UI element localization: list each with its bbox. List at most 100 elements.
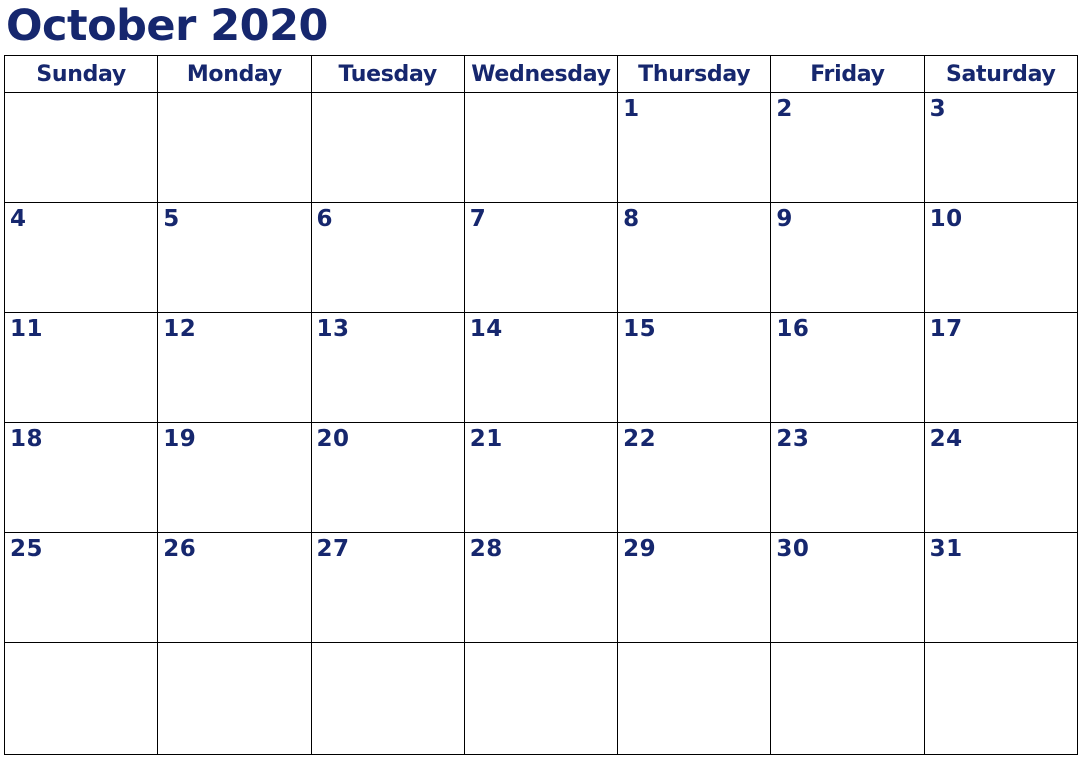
week-row: 11 12 13 14 15 16 17 bbox=[3, 312, 1078, 423]
day-cell-notes[interactable] bbox=[158, 562, 310, 563]
day-cell-notes[interactable] bbox=[465, 562, 617, 563]
day-cell-notes[interactable] bbox=[925, 452, 1077, 453]
day-cell[interactable]: 16 bbox=[770, 312, 925, 423]
day-number: 13 bbox=[316, 316, 350, 342]
day-cell-notes[interactable] bbox=[925, 562, 1077, 563]
day-cell-notes[interactable] bbox=[312, 643, 464, 644]
day-cell[interactable] bbox=[157, 642, 312, 755]
day-cell-notes[interactable] bbox=[771, 122, 923, 123]
day-cell[interactable]: 11 bbox=[3, 312, 159, 423]
day-cell[interactable]: 1 bbox=[617, 92, 772, 203]
day-cell[interactable] bbox=[310, 642, 465, 755]
day-cell[interactable] bbox=[463, 92, 619, 203]
day-cell-notes[interactable] bbox=[312, 342, 464, 343]
day-cell-notes[interactable] bbox=[5, 93, 157, 94]
day-cell[interactable]: 5 bbox=[157, 202, 312, 313]
day-cell-notes[interactable] bbox=[312, 232, 464, 233]
day-cell[interactable]: 6 bbox=[310, 202, 465, 313]
day-cell-notes[interactable] bbox=[312, 562, 464, 563]
day-cell[interactable] bbox=[617, 642, 772, 755]
day-cell[interactable]: 12 bbox=[157, 312, 312, 423]
day-cell[interactable]: 20 bbox=[310, 422, 465, 533]
day-cell-notes[interactable] bbox=[618, 643, 770, 644]
day-cell-notes[interactable] bbox=[5, 342, 157, 343]
day-cell-notes[interactable] bbox=[618, 232, 770, 233]
day-cell[interactable]: 3 bbox=[923, 92, 1078, 203]
day-cell[interactable] bbox=[923, 642, 1078, 755]
day-number: 9 bbox=[776, 206, 793, 232]
weekday-header-wednesday: Wednesday bbox=[463, 55, 619, 93]
day-number: 17 bbox=[929, 316, 963, 342]
day-cell-notes[interactable] bbox=[618, 342, 770, 343]
day-cell-notes[interactable] bbox=[465, 232, 617, 233]
day-cell-notes[interactable] bbox=[312, 452, 464, 453]
day-cell-notes[interactable] bbox=[465, 93, 617, 94]
day-cell[interactable]: 9 bbox=[770, 202, 925, 313]
day-cell-notes[interactable] bbox=[771, 643, 923, 644]
day-cell-notes[interactable] bbox=[618, 452, 770, 453]
day-cell-notes[interactable] bbox=[312, 93, 464, 94]
day-cell[interactable]: 17 bbox=[923, 312, 1078, 423]
day-cell-notes[interactable] bbox=[925, 232, 1077, 233]
day-cell[interactable]: 8 bbox=[617, 202, 772, 313]
day-cell[interactable]: 7 bbox=[463, 202, 619, 313]
day-cell-notes[interactable] bbox=[5, 232, 157, 233]
weekday-header-thursday: Thursday bbox=[617, 55, 772, 93]
day-cell[interactable]: 2 bbox=[770, 92, 925, 203]
day-cell[interactable]: 23 bbox=[770, 422, 925, 533]
day-cell[interactable] bbox=[770, 642, 925, 755]
day-cell-notes[interactable] bbox=[925, 122, 1077, 123]
day-cell[interactable]: 25 bbox=[3, 532, 159, 643]
day-cell[interactable]: 27 bbox=[310, 532, 465, 643]
day-cell[interactable] bbox=[310, 92, 465, 203]
day-cell-notes[interactable] bbox=[465, 643, 617, 644]
day-cell[interactable]: 18 bbox=[3, 422, 159, 533]
day-cell-notes[interactable] bbox=[158, 232, 310, 233]
day-number: 21 bbox=[469, 426, 503, 452]
day-cell[interactable]: 22 bbox=[617, 422, 772, 533]
day-cell[interactable]: 4 bbox=[3, 202, 159, 313]
day-cell-notes[interactable] bbox=[925, 643, 1077, 644]
calendar-header-row: Sunday Monday Tuesday Wednesday Thursday… bbox=[3, 55, 1078, 93]
day-cell-notes[interactable] bbox=[158, 93, 310, 94]
day-number: 14 bbox=[469, 316, 503, 342]
day-number: 30 bbox=[776, 536, 810, 562]
day-cell-notes[interactable] bbox=[771, 342, 923, 343]
day-cell-notes[interactable] bbox=[925, 342, 1077, 343]
day-cell[interactable]: 15 bbox=[617, 312, 772, 423]
day-cell[interactable]: 30 bbox=[770, 532, 925, 643]
day-cell-notes[interactable] bbox=[618, 122, 770, 123]
day-cell[interactable] bbox=[463, 642, 619, 755]
day-cell[interactable] bbox=[157, 92, 312, 203]
day-cell-notes[interactable] bbox=[465, 342, 617, 343]
day-number: 27 bbox=[316, 536, 350, 562]
day-cell[interactable]: 29 bbox=[617, 532, 772, 643]
day-cell-notes[interactable] bbox=[465, 452, 617, 453]
day-cell-notes[interactable] bbox=[771, 452, 923, 453]
day-cell-notes[interactable] bbox=[158, 342, 310, 343]
day-number: 6 bbox=[316, 206, 334, 232]
day-cell[interactable]: 28 bbox=[463, 532, 619, 643]
day-cell-notes[interactable] bbox=[618, 562, 770, 563]
day-cell-notes[interactable] bbox=[5, 562, 157, 563]
day-cell[interactable]: 21 bbox=[463, 422, 619, 533]
day-cell-notes[interactable] bbox=[158, 452, 310, 453]
day-cell-notes[interactable] bbox=[771, 232, 923, 233]
day-cell[interactable]: 10 bbox=[923, 202, 1078, 313]
day-cell[interactable]: 19 bbox=[157, 422, 312, 533]
day-cell[interactable] bbox=[3, 642, 159, 755]
day-cell[interactable]: 24 bbox=[923, 422, 1078, 533]
day-cell-notes[interactable] bbox=[771, 562, 923, 563]
day-cell[interactable] bbox=[3, 92, 159, 203]
day-cell[interactable]: 13 bbox=[310, 312, 465, 423]
day-cell-notes[interactable] bbox=[5, 643, 157, 644]
day-cell[interactable]: 14 bbox=[463, 312, 619, 423]
weekday-header-saturday: Saturday bbox=[923, 55, 1078, 93]
calendar-body: 1 2 3 4 5 6 7 8 9 10 11 12 13 14 15 16 1… bbox=[3, 92, 1078, 755]
day-cell[interactable]: 31 bbox=[923, 532, 1078, 643]
weekday-header-tuesday: Tuesday bbox=[310, 55, 465, 93]
day-number: 15 bbox=[623, 316, 657, 342]
day-cell-notes[interactable] bbox=[5, 452, 157, 453]
day-cell-notes[interactable] bbox=[158, 643, 310, 644]
day-cell[interactable]: 26 bbox=[157, 532, 312, 643]
